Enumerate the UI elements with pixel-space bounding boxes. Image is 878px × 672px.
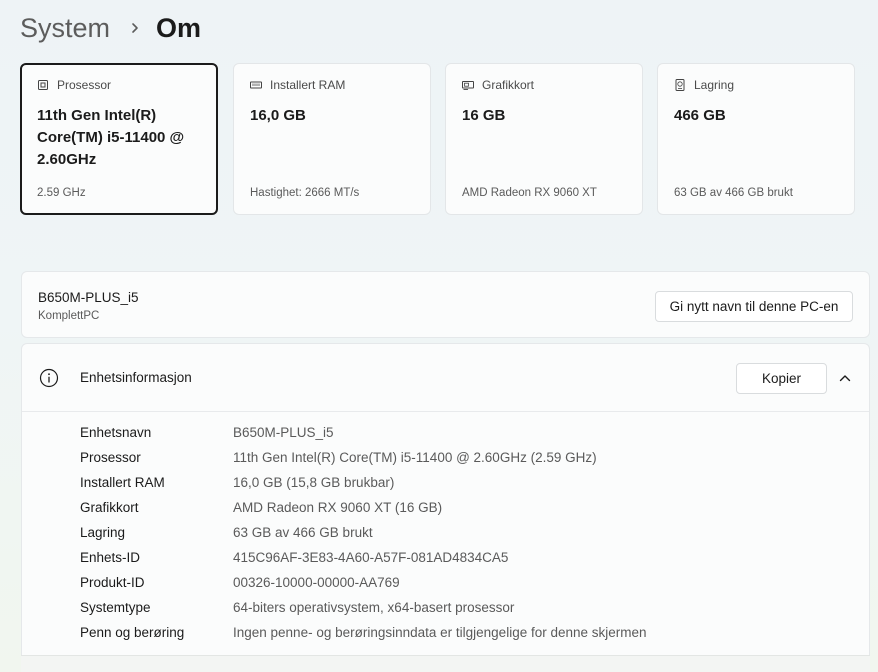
- info-label: Lagring: [80, 525, 126, 540]
- info-row: Grafikkort AMD Radeon RX 9060 XT (16 GB): [80, 495, 647, 520]
- storage-icon: [675, 79, 685, 91]
- spec-card-value: 11th Gen Intel(R) Core(TM) i5-11400 @ 2.…: [37, 107, 185, 168]
- info-label: Grafikkort: [80, 500, 139, 515]
- spec-card-value: 466 GB: [674, 107, 726, 124]
- info-label: Enhets-ID: [80, 550, 141, 565]
- info-value: 00326-10000-00000-AA769: [233, 575, 400, 590]
- info-row: Penn og berøring Ingen penne- og berørin…: [80, 620, 647, 645]
- breadcrumb-system[interactable]: System: [20, 13, 110, 44]
- info-value: AMD Radeon RX 9060 XT (16 GB): [233, 500, 443, 515]
- chevron-right-icon: [132, 23, 138, 33]
- info-label: Systemtype: [80, 600, 151, 615]
- info-row: Prosessor 11th Gen Intel(R) Core(TM) i5-…: [80, 445, 647, 470]
- spec-card-subtitle: 63 GB av 466 GB brukt: [674, 187, 793, 199]
- info-row: Enhets-ID 415C96AF-3E83-4A60-A57F-081AD4…: [80, 545, 647, 570]
- info-value: 11th Gen Intel(R) Core(TM) i5-11400 @ 2.…: [233, 450, 597, 465]
- graphics-card-icon: [462, 81, 474, 90]
- info-row: Produkt-ID 00326-10000-00000-AA769: [80, 570, 647, 595]
- rename-pc-button[interactable]: Gi nytt navn til denne PC-en: [655, 291, 853, 322]
- spec-card-graphics[interactable]: Grafikkort 16 GB AMD Radeon RX 9060 XT: [445, 63, 643, 215]
- info-label: Penn og berøring: [80, 625, 185, 640]
- pc-manufacturer: KomplettPC: [38, 310, 100, 322]
- spec-card-title: Grafikkort: [482, 78, 535, 92]
- info-value: 16,0 GB (15,8 GB brukbar): [233, 475, 395, 490]
- info-label: Installert RAM: [80, 475, 165, 490]
- device-info-header[interactable]: Enhetsinformasjon Kopier: [22, 344, 869, 412]
- info-value: 63 GB av 466 GB brukt: [233, 525, 373, 540]
- processor-icon: [38, 80, 48, 90]
- spec-card-ram[interactable]: Installert RAM 16,0 GB Hastighet: 2666 M…: [233, 63, 431, 215]
- spec-card-title: Installert RAM: [270, 78, 346, 92]
- page-title: Om: [156, 12, 202, 43]
- next-section-edge: [21, 655, 870, 672]
- device-info-list: Enhetsnavn B650M-PLUS_i5 Prosessor 11th …: [80, 420, 647, 645]
- chevron-up-icon[interactable]: [838, 372, 852, 384]
- info-row: Lagring 63 GB av 466 GB brukt: [80, 520, 647, 545]
- spec-card-value: 16 GB: [462, 107, 506, 124]
- info-label: Produkt-ID: [80, 575, 145, 590]
- info-value: Ingen penne- og berøringsinndata er tilg…: [233, 625, 647, 640]
- copy-button[interactable]: Kopier: [736, 363, 827, 394]
- spec-card-subtitle: AMD Radeon RX 9060 XT: [462, 187, 597, 199]
- spec-card-processor[interactable]: Prosessor 11th Gen Intel(R) Core(TM) i5-…: [20, 63, 218, 215]
- info-value: 415C96AF-3E83-4A60-A57F-081AD4834CA5: [233, 550, 509, 565]
- spec-card-title: Lagring: [694, 78, 735, 92]
- info-row: Enhetsnavn B650M-PLUS_i5: [80, 420, 647, 445]
- breadcrumb: System Om: [20, 8, 201, 48]
- pc-name-panel: B650M-PLUS_i5 KomplettPC Gi nytt navn ti…: [21, 271, 870, 338]
- spec-card-subtitle: 2.59 GHz: [37, 187, 86, 199]
- info-label: Enhetsnavn: [80, 425, 152, 440]
- spec-card-storage[interactable]: Lagring 466 GB 63 GB av 466 GB brukt: [657, 63, 855, 215]
- spec-card-title: Prosessor: [57, 78, 112, 92]
- device-info-panel: Enhetsinformasjon Kopier Enhetsnavn B650…: [21, 343, 870, 672]
- info-icon: [39, 368, 59, 388]
- info-row: Systemtype 64-biters operativsystem, x64…: [80, 595, 647, 620]
- info-label: Prosessor: [80, 450, 141, 465]
- info-value: 64-biters operativsystem, x64-basert pro…: [233, 600, 515, 615]
- spec-card-value: 16,0 GB: [250, 107, 306, 124]
- info-value: B650M-PLUS_i5: [233, 425, 334, 440]
- ram-icon: [250, 81, 262, 89]
- info-row: Installert RAM 16,0 GB (15,8 GB brukbar): [80, 470, 647, 495]
- spec-card-subtitle: Hastighet: 2666 MT/s: [250, 187, 360, 199]
- pc-name: B650M-PLUS_i5: [38, 290, 139, 305]
- device-info-title: Enhetsinformasjon: [80, 370, 192, 385]
